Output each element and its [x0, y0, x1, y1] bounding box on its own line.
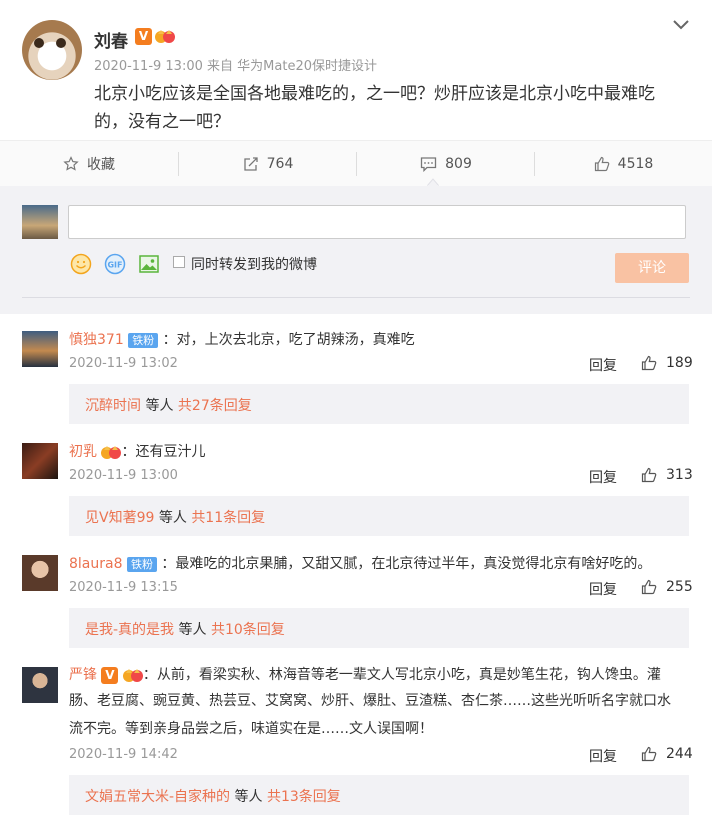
- post-action-bar: 收藏 764 809 4518: [0, 140, 712, 188]
- comment-item: 8laura8 铁粉 ：最难吃的北京果脯，又甜又腻，在北京待过半年，真没觉得北京…: [69, 553, 651, 573]
- repost-checkbox-label[interactable]: 同时转发到我的微博: [191, 254, 317, 274]
- comment-input[interactable]: [68, 205, 686, 239]
- comment-avatar[interactable]: [22, 331, 58, 367]
- sub-reply-mid: 等人: [230, 789, 267, 805]
- sub-reply-mid: 等人: [154, 510, 192, 526]
- chevron-down-icon[interactable]: [671, 17, 691, 33]
- sub-reply-user[interactable]: 沉醉时间: [85, 398, 141, 414]
- image-icon[interactable]: [138, 253, 160, 275]
- reply-button[interactable]: 回复: [589, 355, 617, 375]
- sub-reply-count[interactable]: 共10条回复: [211, 622, 285, 638]
- comment-username[interactable]: 慎独371: [69, 332, 124, 348]
- like-button[interactable]: 4518: [535, 141, 712, 187]
- caret-up-icon: [427, 178, 439, 186]
- comment-avatar[interactable]: [22, 443, 58, 479]
- comment-username[interactable]: 初乳: [69, 444, 97, 460]
- post-source[interactable]: 华为Mate20保时捷设计: [237, 59, 377, 74]
- thumbs-up-icon[interactable]: [641, 579, 657, 595]
- vip-crown-icon: [155, 30, 175, 43]
- sub-replies[interactable]: 沉醉时间 等人 共27条回复: [69, 384, 689, 424]
- comment-count: 809: [445, 156, 472, 172]
- comment-username[interactable]: 严锋: [69, 667, 97, 683]
- reply-button[interactable]: 回复: [589, 579, 617, 599]
- post-meta: 2020-11-9 13:00 来自 华为Mate20保时捷设计: [94, 55, 377, 74]
- comment-like-count: 255: [666, 579, 693, 595]
- source-prefix: 来自: [207, 59, 234, 74]
- thumbs-up-icon: [594, 156, 610, 172]
- my-avatar: [22, 205, 58, 239]
- sub-replies[interactable]: 文娟五常大米-自家种的 等人 共13条回复: [69, 775, 689, 815]
- comment-item: 慎独371 铁粉 ：对，上次去北京，吃了胡辣汤，真难吃: [69, 329, 415, 349]
- sub-reply-count[interactable]: 共27条回复: [178, 398, 252, 414]
- share-icon: [243, 157, 258, 171]
- comment-icon: [420, 157, 437, 172]
- sub-replies[interactable]: 见V知著99 等人 共11条回复: [69, 496, 689, 536]
- comment-like-count: 244: [666, 746, 693, 762]
- comment-time: 2020-11-9 13:02: [69, 356, 178, 371]
- svg-text:GIF: GIF: [107, 261, 122, 270]
- like-count: 4518: [617, 156, 654, 172]
- repost-count: 764: [266, 156, 294, 172]
- reply-button[interactable]: 回复: [589, 746, 617, 766]
- comment-item: 严锋 V ：从前，看梁实秋、林海音等老一辈文人写北京小吃，真是妙笔生花，钩人馋虫…: [69, 664, 661, 684]
- comment-avatar[interactable]: [22, 667, 58, 703]
- fan-badge: 铁粉: [128, 333, 159, 348]
- comment-like-count: 189: [666, 355, 693, 371]
- sub-reply-mid: 等人: [174, 622, 211, 638]
- submit-comment-button[interactable]: 评论: [615, 253, 689, 283]
- sub-reply-mid: 等人: [141, 398, 178, 414]
- favorite-button[interactable]: 收藏: [0, 141, 178, 187]
- comment-text: ：还有豆汁儿: [121, 444, 206, 460]
- sub-reply-count[interactable]: 共11条回复: [191, 510, 265, 526]
- favorite-label: 收藏: [87, 157, 115, 173]
- comment-item: 初乳 ：还有豆汁儿: [69, 441, 205, 461]
- emoji-icon[interactable]: [70, 253, 92, 275]
- thumbs-up-icon[interactable]: [641, 746, 657, 762]
- author-name[interactable]: 刘春: [94, 27, 128, 52]
- comment-username[interactable]: 8laura8: [69, 556, 123, 572]
- divider: [22, 297, 690, 298]
- star-icon: [63, 156, 79, 171]
- sub-reply-user[interactable]: 见V知著99: [85, 510, 154, 526]
- comment-text: ：最难吃的北京果脯，又甜又腻，在北京待过半年，真没觉得北京有啥好吃的。: [161, 556, 652, 572]
- thumbs-up-icon[interactable]: [641, 355, 657, 371]
- verified-badge-icon: V: [135, 28, 152, 45]
- verified-badge-icon: V: [101, 666, 119, 684]
- comment-text-line: ：从前，看梁实秋、林海音等老一辈文人写北京小吃，真是妙笔生花，钩人馋虫。灌: [142, 667, 661, 683]
- post-text: 北京小吃应该是全国各地最难吃的，之一吧？炒肝应该是北京小吃中最难吃的，没有之一吧…: [94, 84, 655, 132]
- sub-reply-user[interactable]: 是我-真的是我: [85, 622, 174, 638]
- vip-crown-icon: [122, 668, 143, 682]
- comment-avatar[interactable]: [22, 555, 58, 591]
- comment-like-count: 313: [666, 467, 693, 483]
- repost-checkbox[interactable]: [173, 256, 185, 268]
- comment-time: 2020-11-9 13:15: [69, 580, 178, 595]
- comment-button[interactable]: 809: [357, 141, 535, 187]
- sub-reply-count[interactable]: 共13条回复: [267, 789, 341, 805]
- author-avatar[interactable]: [22, 20, 82, 80]
- sub-replies[interactable]: 是我-真的是我 等人 共10条回复: [69, 608, 689, 648]
- reply-button[interactable]: 回复: [589, 467, 617, 487]
- comment-text: ：对，上次去北京，吃了胡辣汤，真难吃: [162, 332, 415, 348]
- vip-crown-icon: [101, 445, 122, 459]
- fan-badge: 铁粉: [126, 557, 157, 572]
- comment-text-line: 流不完。等到亲身品尝之后，味道实在是……文人误国啊！: [69, 721, 433, 737]
- sub-reply-user[interactable]: 文娟五常大米-自家种的: [85, 789, 230, 805]
- comment-time: 2020-11-9 13:00: [69, 468, 178, 483]
- repost-button[interactable]: 764: [179, 141, 357, 187]
- post-timestamp[interactable]: 2020-11-9 13:00: [94, 59, 203, 74]
- gif-icon[interactable]: GIF: [104, 253, 126, 275]
- comment-time: 2020-11-9 14:42: [69, 747, 178, 762]
- thumbs-up-icon[interactable]: [641, 467, 657, 483]
- comment-text-line: 肠、老豆腐、豌豆黄、热芸豆、艾窝窝、炒肝、爆肚、豆渣糕、杏仁茶……这些光听听名字…: [69, 693, 671, 709]
